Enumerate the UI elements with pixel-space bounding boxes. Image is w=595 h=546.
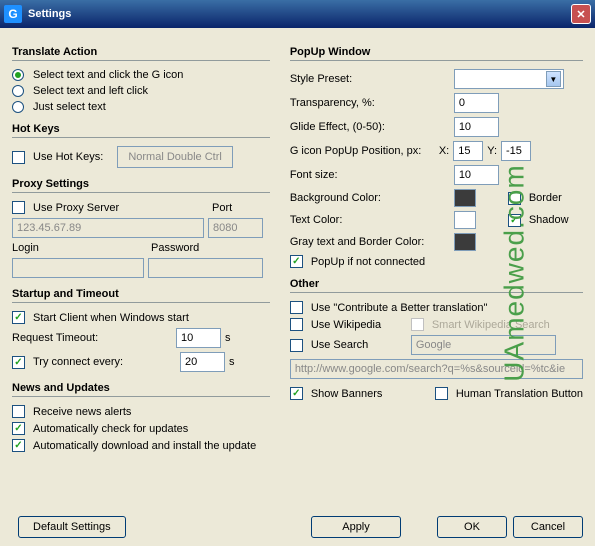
radio-select-left-click[interactable] xyxy=(12,85,24,97)
text-color-label: Text Color: xyxy=(290,214,450,226)
bg-color-label: Background Color: xyxy=(290,192,450,204)
transparency-label: Transparency, %: xyxy=(290,97,450,109)
smart-wiki-checkbox xyxy=(411,318,424,331)
popup-ifnot-label: PopUp if not connected xyxy=(311,256,425,268)
auto-download-checkbox[interactable] xyxy=(12,439,25,452)
auto-check-checkbox[interactable] xyxy=(12,422,25,435)
proxy-heading: Proxy Settings xyxy=(12,178,270,193)
window-title: Settings xyxy=(28,8,571,20)
radio-label-3: Just select text xyxy=(33,101,106,113)
human-translation-label: Human Translation Button xyxy=(456,388,583,400)
use-hotkeys-label: Use Hot Keys: xyxy=(33,151,103,163)
startup-heading: Startup and Timeout xyxy=(12,288,270,303)
use-proxy-checkbox[interactable] xyxy=(12,201,25,214)
auto-download-label: Automatically download and install the u… xyxy=(33,440,256,452)
ok-button[interactable]: OK xyxy=(437,516,507,538)
request-timeout-input[interactable] xyxy=(176,328,221,348)
seconds-label-1: s xyxy=(225,332,231,344)
login-input[interactable] xyxy=(12,258,144,278)
gray-color-label: Gray text and Border Color: xyxy=(290,236,450,248)
port-label: Port xyxy=(212,202,232,214)
text-color-swatch[interactable] xyxy=(454,211,476,229)
try-connect-input[interactable] xyxy=(180,352,225,372)
hotkeys-heading: Hot Keys xyxy=(12,123,270,138)
hotkey-button[interactable]: Normal Double Ctrl xyxy=(117,146,233,168)
start-windows-label: Start Client when Windows start xyxy=(33,312,189,324)
popup-heading: PopUp Window xyxy=(290,46,583,61)
footer: Default Settings Apply OK Cancel xyxy=(12,516,583,538)
show-banners-checkbox[interactable] xyxy=(290,387,303,400)
search-engine-input[interactable] xyxy=(411,335,556,355)
try-connect-label: Try connect every: xyxy=(33,356,176,368)
popup-position-label: G icon PopUp Position, px: xyxy=(290,145,435,157)
wikipedia-label: Use Wikipedia xyxy=(311,319,407,331)
radio-just-select[interactable] xyxy=(12,101,24,113)
seconds-label-2: s xyxy=(229,356,235,368)
smart-wiki-label: Smart Wikipedia Search xyxy=(432,319,550,331)
glide-input[interactable] xyxy=(454,117,499,137)
use-search-label: Use Search xyxy=(311,339,407,351)
show-banners-label: Show Banners xyxy=(311,388,431,400)
password-label: Password xyxy=(151,242,199,254)
contribute-checkbox[interactable] xyxy=(290,301,303,314)
start-windows-checkbox[interactable] xyxy=(12,311,25,324)
popup-ifnot-checkbox[interactable] xyxy=(290,255,303,268)
password-input[interactable] xyxy=(148,258,263,278)
use-search-checkbox[interactable] xyxy=(290,339,303,352)
style-preset-select[interactable]: ▼ xyxy=(454,69,564,89)
apply-button[interactable]: Apply xyxy=(311,516,401,538)
contribute-label: Use "Contribute a Better translation" xyxy=(311,302,488,314)
pos-x-input[interactable] xyxy=(453,141,483,161)
auto-check-label: Automatically check for updates xyxy=(33,423,188,435)
pos-y-label: Y: xyxy=(487,145,497,157)
pos-y-input[interactable] xyxy=(501,141,531,161)
try-connect-checkbox[interactable] xyxy=(12,356,25,369)
receive-news-label: Receive news alerts xyxy=(33,406,131,418)
proxy-server-input[interactable] xyxy=(12,218,204,238)
radio-select-click-g[interactable] xyxy=(12,69,24,81)
wikipedia-checkbox[interactable] xyxy=(290,318,303,331)
request-timeout-label: Request Timeout: xyxy=(12,332,172,344)
use-proxy-label: Use Proxy Server xyxy=(33,202,208,214)
use-hotkeys-checkbox[interactable] xyxy=(12,151,25,164)
other-heading: Other xyxy=(290,278,583,293)
radio-label-2: Select text and left click xyxy=(33,85,148,97)
bg-color-swatch[interactable] xyxy=(454,189,476,207)
default-settings-button[interactable]: Default Settings xyxy=(18,516,126,538)
app-icon: G xyxy=(4,5,22,23)
translate-action-heading: Translate Action xyxy=(12,46,270,61)
pos-x-label: X: xyxy=(439,145,449,157)
font-size-input[interactable] xyxy=(454,165,499,185)
transparency-input[interactable] xyxy=(454,93,499,113)
shadow-label: Shadow xyxy=(529,214,569,226)
font-size-label: Font size: xyxy=(290,169,450,181)
border-label: Border xyxy=(529,192,562,204)
proxy-port-input[interactable] xyxy=(208,218,263,238)
login-label: Login xyxy=(12,242,147,254)
cancel-button[interactable]: Cancel xyxy=(513,516,583,538)
radio-label-1: Select text and click the G icon xyxy=(33,69,183,81)
receive-news-checkbox[interactable] xyxy=(12,405,25,418)
border-checkbox[interactable] xyxy=(508,192,521,205)
gray-color-swatch[interactable] xyxy=(454,233,476,251)
shadow-checkbox[interactable] xyxy=(508,214,521,227)
glide-label: Glide Effect, (0-50): xyxy=(290,121,450,133)
search-url-input[interactable] xyxy=(290,359,583,379)
close-button[interactable]: ✕ xyxy=(571,4,591,24)
chevron-down-icon: ▼ xyxy=(546,71,561,87)
titlebar: G Settings ✕ xyxy=(0,0,595,28)
style-preset-label: Style Preset: xyxy=(290,73,450,85)
news-heading: News and Updates xyxy=(12,382,270,397)
human-translation-checkbox[interactable] xyxy=(435,387,448,400)
